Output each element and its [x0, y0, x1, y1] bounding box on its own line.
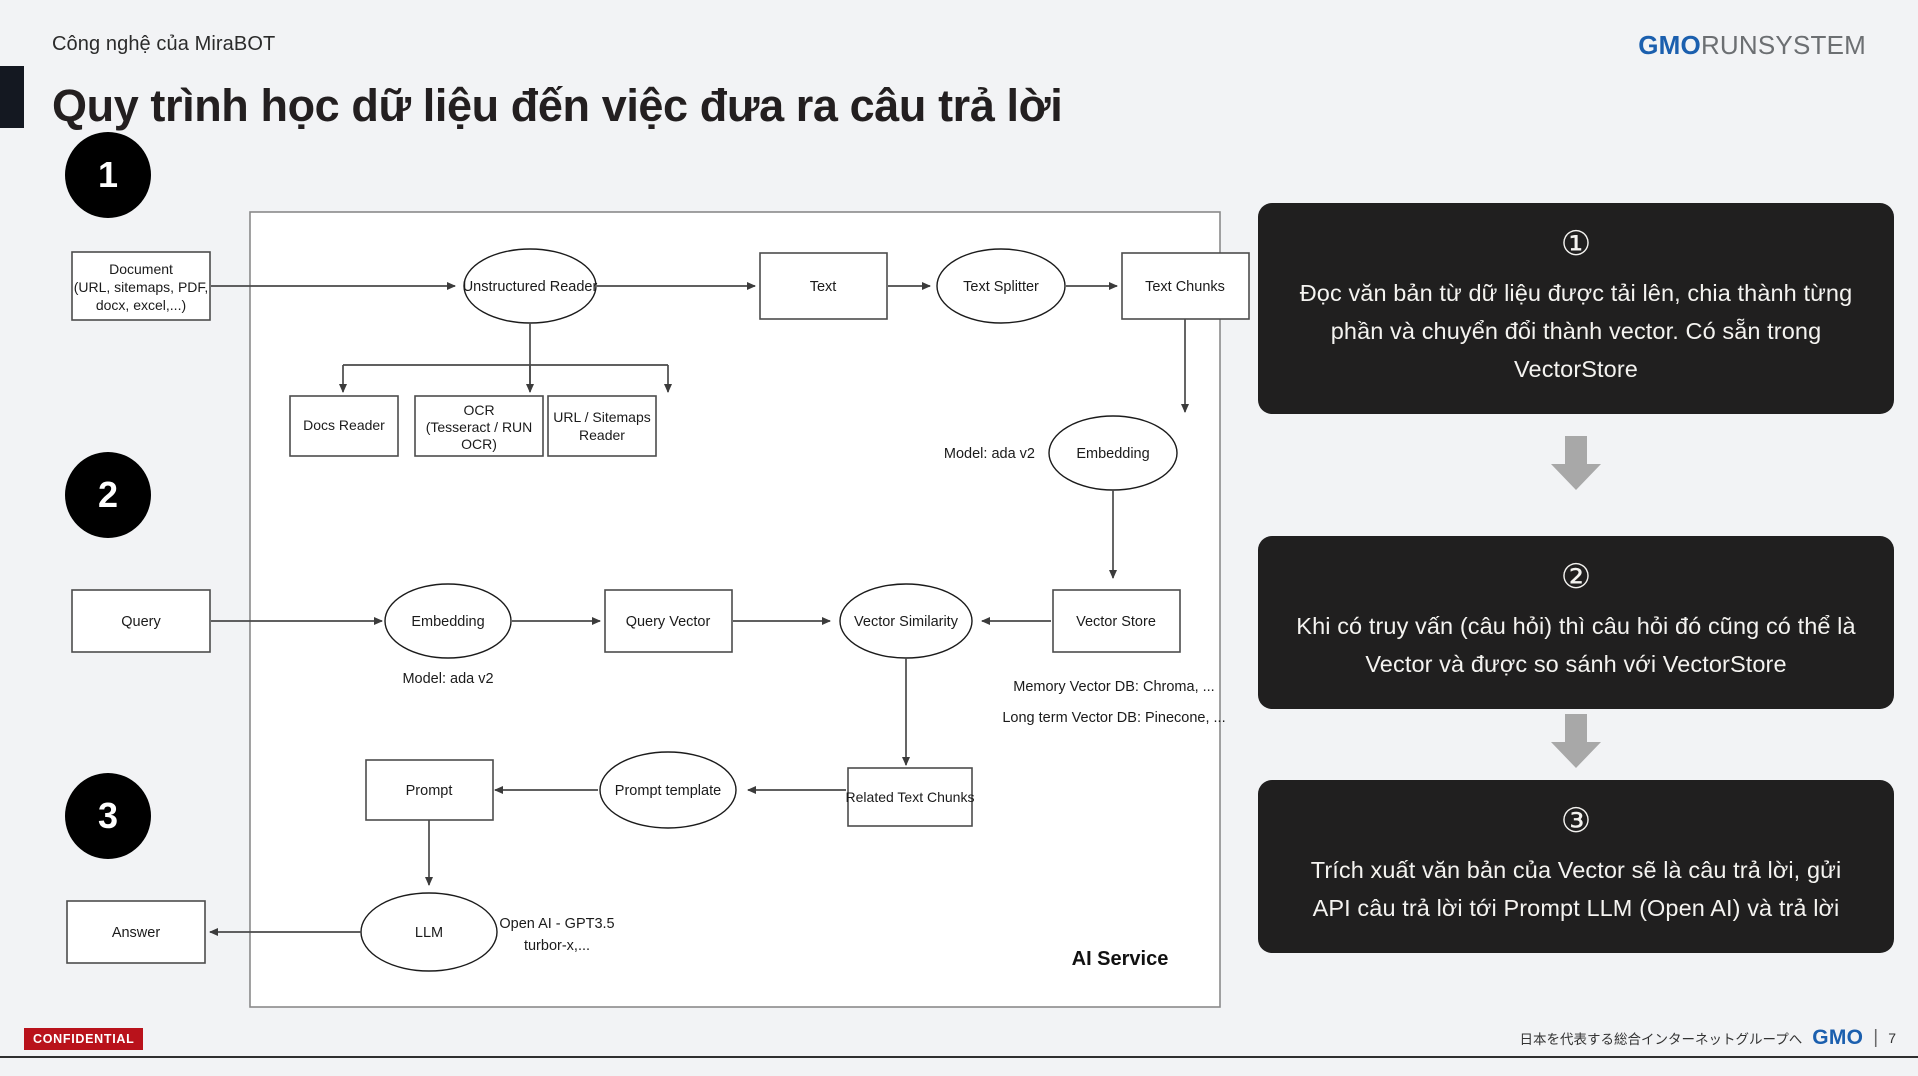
ai-service-label: AI Service	[1072, 948, 1169, 970]
node-query-vector-label: Query Vector	[626, 614, 711, 630]
node-ocr-line3: OCR)	[461, 436, 497, 452]
node-prompt-template-label: Prompt template	[615, 783, 721, 799]
footer-divider	[0, 1056, 1918, 1058]
node-embedding-mid-label: Embedding	[411, 614, 484, 630]
node-llm-label: LLM	[415, 925, 443, 941]
ai-service-flow-diagram: AI Service Document (URL, sitemaps, PDF,…	[66, 211, 1250, 1008]
node-embedding-top-label: Embedding	[1076, 446, 1149, 462]
explanation-card-1-number: ①	[1560, 225, 1592, 263]
annotation-model-top: Model: ada v2	[944, 446, 1035, 462]
annotation-long-term-vector-db: Long term Vector DB: Pinecone, ...	[1002, 710, 1225, 726]
footer-separator: |	[1873, 1027, 1879, 1048]
explanation-card-2: ② Khi có truy vấn (câu hỏi) thì câu hỏi …	[1258, 536, 1894, 710]
explanation-panel: ① Đọc văn bản từ dữ liệu được tải lên, c…	[1258, 0, 1918, 1030]
node-query-label: Query	[121, 614, 161, 630]
node-text-chunks-label: Text Chunks	[1145, 279, 1225, 295]
node-ocr-line1: OCR	[463, 402, 494, 418]
explanation-card-1-text: Đọc văn bản từ dữ liệu được tải lên, chi…	[1299, 280, 1853, 383]
node-unstructured-reader-label: Unstructured Reader	[463, 279, 598, 295]
node-document-line3: docx, excel,...)	[96, 297, 186, 313]
explanation-card-2-number: ②	[1560, 558, 1592, 596]
node-related-text-chunks-label: Related Text Chunks	[846, 789, 975, 805]
explanation-card-1: ① Đọc văn bản từ dữ liệu được tải lên, c…	[1258, 203, 1894, 415]
node-answer-label: Answer	[112, 925, 161, 941]
node-text-label: Text	[810, 279, 837, 295]
explanation-card-3: ③ Trích xuất văn bản của Vector sẽ là câ…	[1258, 780, 1894, 954]
node-ocr-line2: (Tesseract / RUN	[426, 419, 533, 435]
node-url-sitemaps-line1: URL / Sitemaps	[553, 409, 651, 425]
explanation-card-2-text: Khi có truy vấn (câu hỏi) thì câu hỏi đó…	[1296, 613, 1856, 678]
confidential-badge: CONFIDENTIAL	[24, 1028, 144, 1050]
node-url-sitemaps-line2: Reader	[579, 427, 625, 443]
annotation-model-mid: Model: ada v2	[402, 671, 493, 687]
node-prompt-label: Prompt	[406, 783, 453, 799]
arrow-down-icon-2	[1551, 714, 1601, 768]
node-url-sitemaps-reader[interactable]	[547, 395, 657, 457]
annotation-llm-model-line2: turbor-x,...	[524, 938, 590, 954]
explanation-card-3-text: Trích xuất văn bản của Vector sẽ là câu …	[1310, 857, 1842, 922]
node-document-line1: Document	[109, 261, 173, 277]
node-vector-similarity-label: Vector Similarity	[854, 614, 959, 630]
annotation-llm-model-line1: Open AI - GPT3.5	[499, 916, 614, 932]
annotation-memory-vector-db: Memory Vector DB: Chroma, ...	[1013, 679, 1214, 695]
node-text-splitter-label: Text Splitter	[963, 279, 1039, 295]
page-number: 7	[1888, 1030, 1896, 1046]
node-docs-reader-label: Docs Reader	[303, 417, 385, 433]
footer-gmo-logo: GMO	[1812, 1026, 1864, 1049]
node-document-line2: (URL, sitemaps, PDF,	[74, 279, 209, 295]
footer-tagline: 日本を代表する総合インターネットグループへ	[1519, 1032, 1803, 1047]
footer-branding: 日本を代表する総合インターネットグループへ GMO | 7	[1520, 1026, 1897, 1050]
node-vector-store-label: Vector Store	[1076, 614, 1156, 630]
arrow-down-icon-1	[1551, 436, 1601, 490]
explanation-card-3-number: ③	[1560, 802, 1592, 840]
